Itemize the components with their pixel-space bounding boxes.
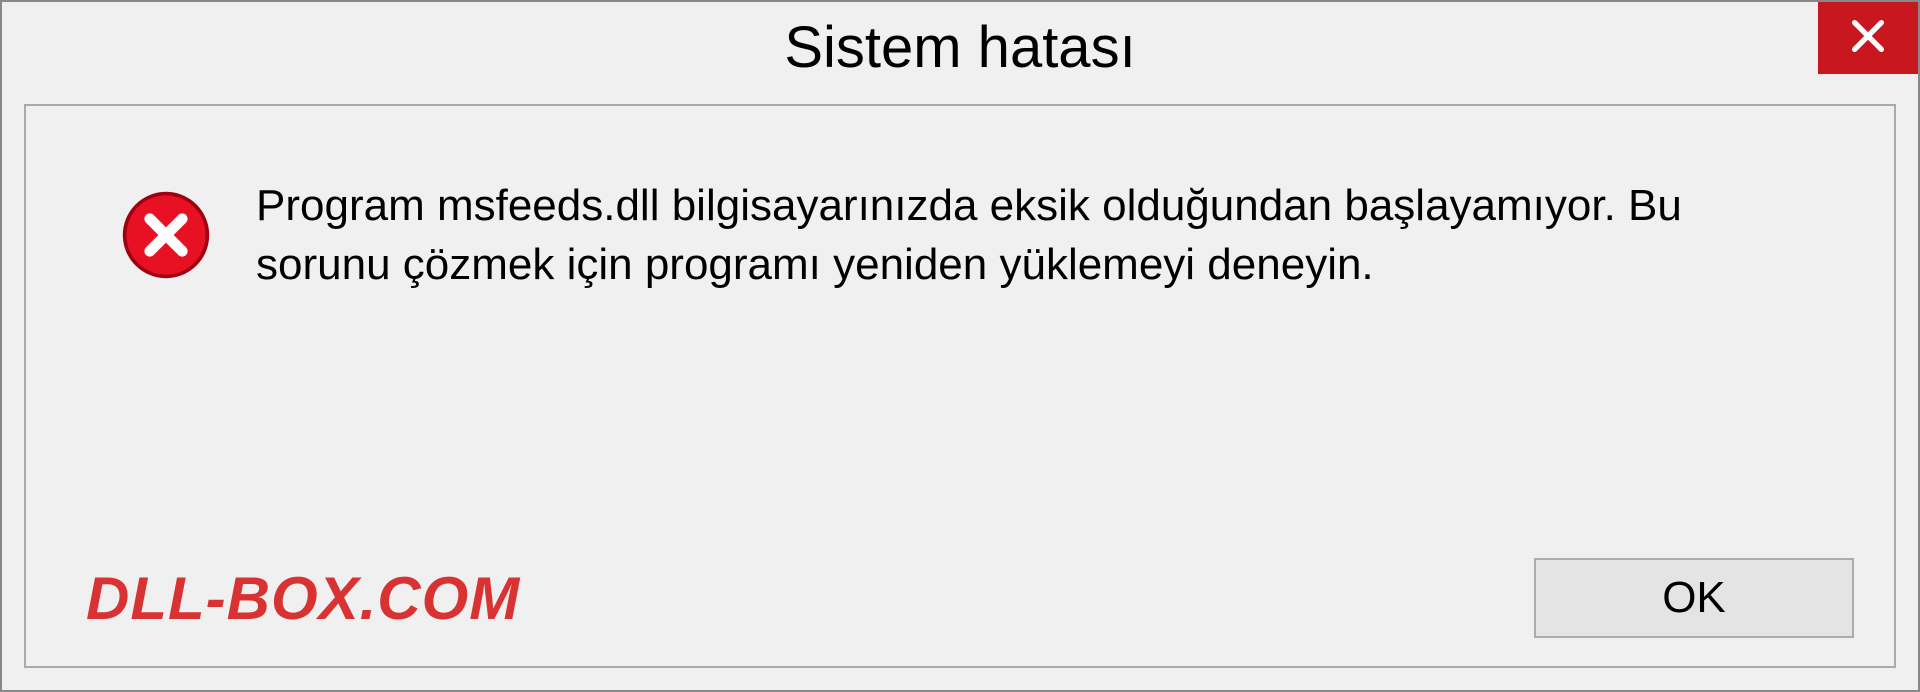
content-frame: Program msfeeds.dll bilgisayarınızda eks… bbox=[24, 104, 1896, 668]
close-button[interactable] bbox=[1818, 2, 1918, 74]
ok-button[interactable]: OK bbox=[1534, 558, 1854, 638]
titlebar: Sistem hatası bbox=[2, 2, 1918, 92]
bottom-row: DLL-BOX.COM OK bbox=[66, 558, 1854, 638]
dialog-title: Sistem hatası bbox=[784, 14, 1135, 81]
system-error-dialog: Sistem hatası Program msfeeds.dll bilgis… bbox=[0, 0, 1920, 692]
message-row: Program msfeeds.dll bilgisayarınızda eks… bbox=[66, 146, 1854, 295]
error-message: Program msfeeds.dll bilgisayarınızda eks… bbox=[256, 176, 1756, 295]
watermark-text: DLL-BOX.COM bbox=[66, 564, 520, 633]
error-icon bbox=[121, 190, 211, 280]
close-icon bbox=[1848, 16, 1888, 61]
